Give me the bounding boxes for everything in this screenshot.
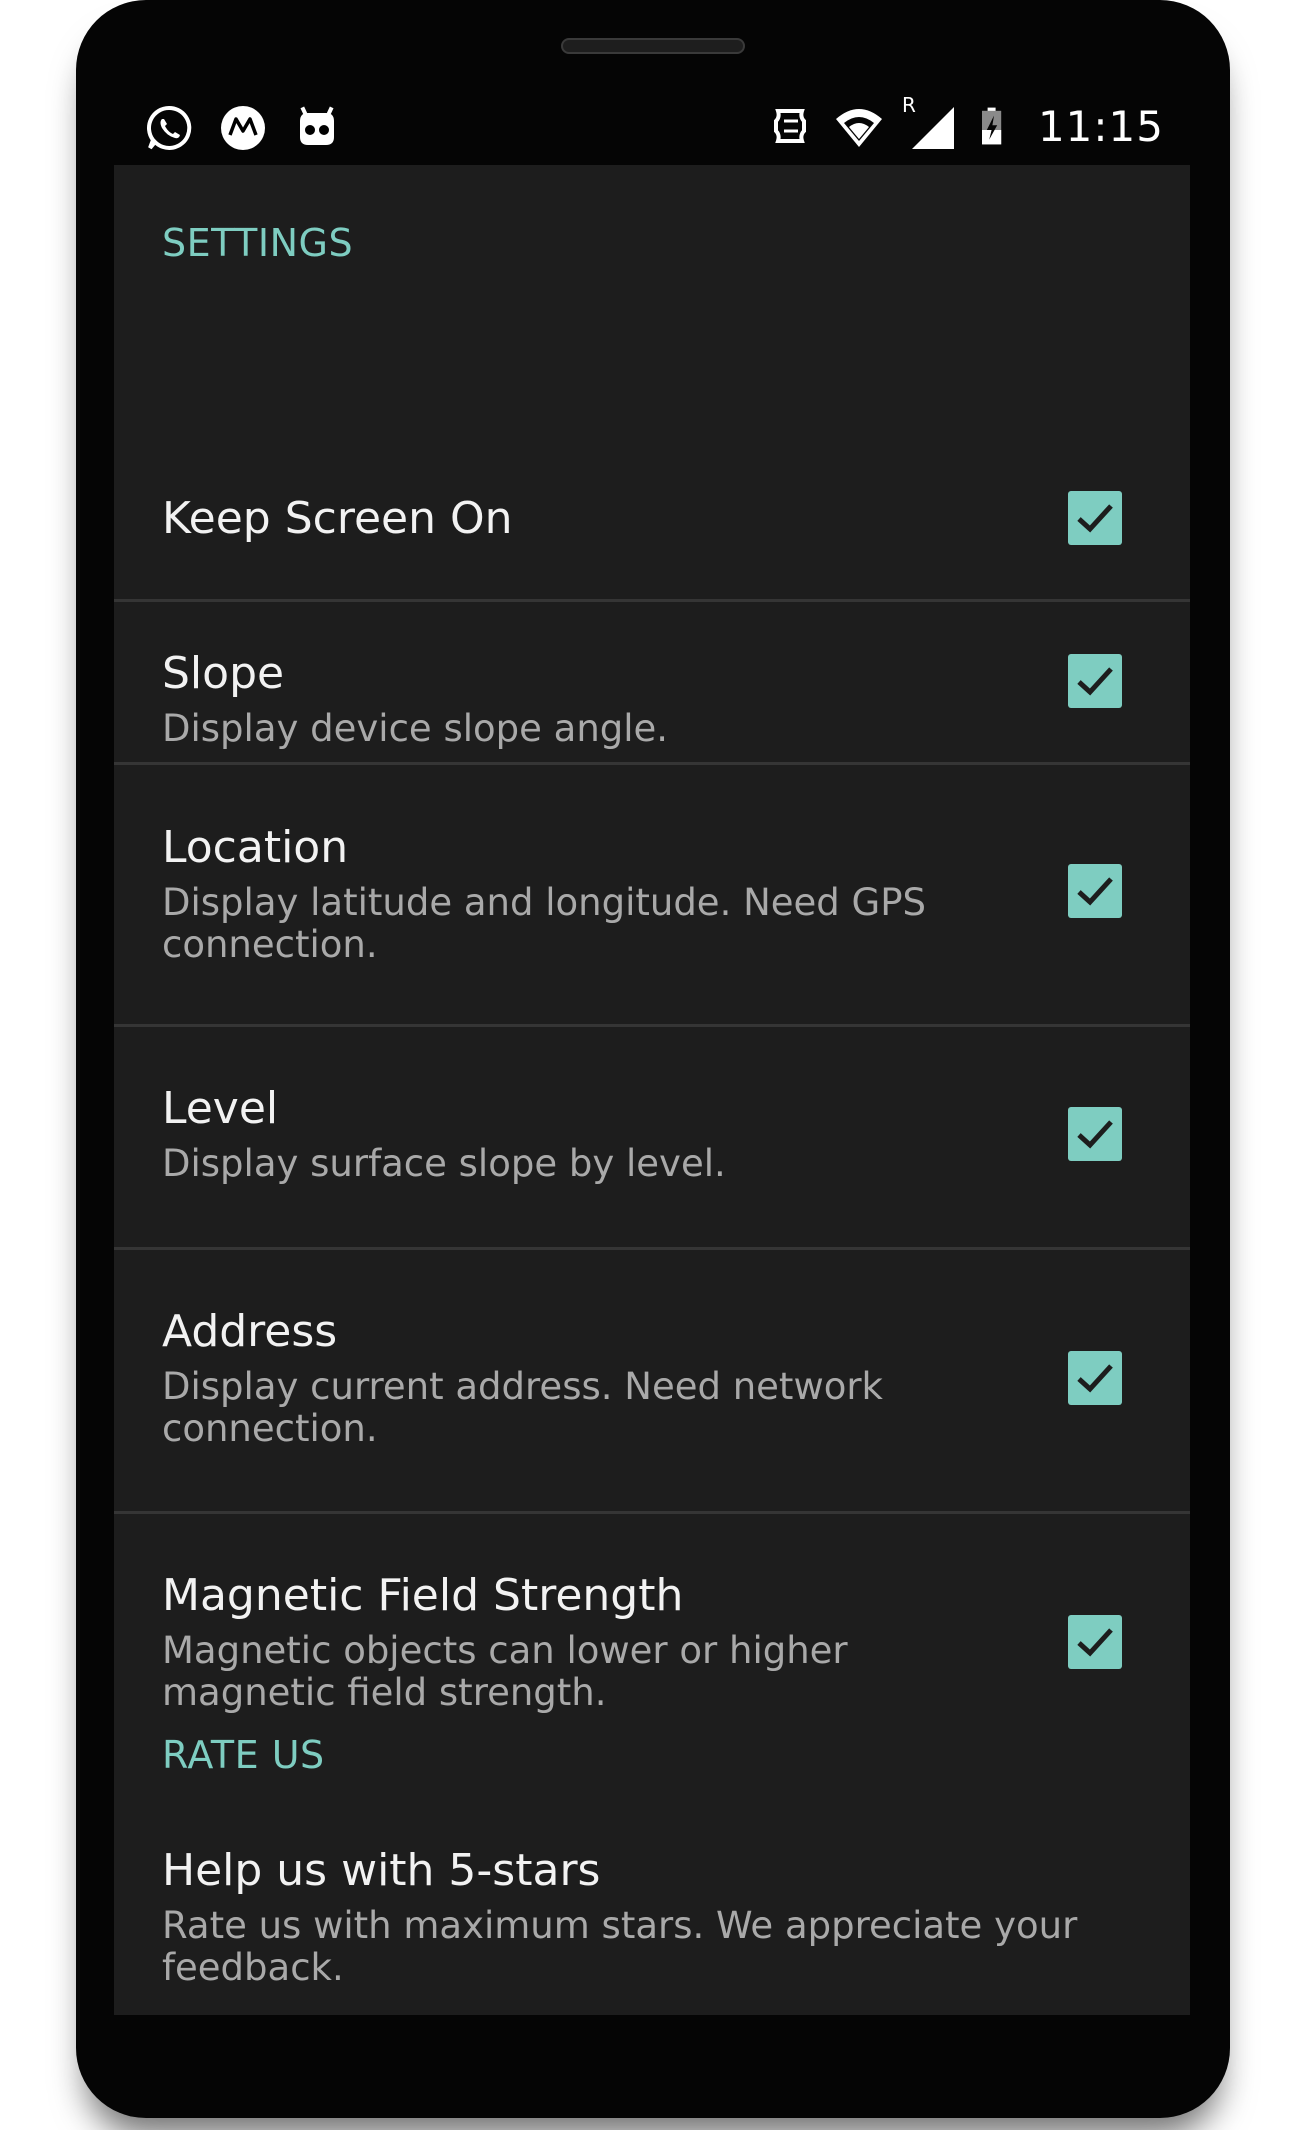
pref-title: Keep Screen On [162,493,513,544]
pref-rate-app[interactable]: Help us with 5-stars Rate us with maximu… [114,1805,1190,2015]
clock: 11:15 [1037,101,1164,151]
system-status-icons: R 11:15 [766,93,1164,151]
address-checkbox[interactable] [1068,1351,1122,1405]
pref-address[interactable]: Address Display current address. Need ne… [114,1250,1190,1514]
checkmark-icon [1077,877,1113,906]
pref-title: Magnetic Field Strength [162,1570,684,1621]
pref-title: Level [162,1083,279,1134]
pref-location[interactable]: Location Display latitude and longitude.… [114,765,1190,1027]
settings-screen: SETTINGS Keep Screen On Slope Display de… [114,165,1190,2015]
pref-title: Slope [162,648,285,699]
cyanogenmod-icon [300,106,334,145]
wifi-icon [835,109,882,147]
settings-section-header: SETTINGS [162,221,354,265]
checkmark-icon [1077,1120,1113,1149]
pref-summary: Display device slope angle. [162,707,669,750]
notification-icons [144,103,342,153]
status-bar: R 11:15 [114,93,1190,165]
pref-summary: Magnetic objects can lower or higher mag… [162,1629,848,1714]
cell-signal-icon [911,107,954,149]
motorola-icon [221,106,265,150]
checkmark-icon [1077,1628,1113,1657]
pref-title: Location [162,822,349,873]
earpiece-speaker [561,38,745,54]
pref-title: Address [162,1306,338,1357]
phone-frame: R 11:15 SETTINGS Keep Screen On Slope Di… [76,0,1230,2118]
checkmark-icon [1077,667,1113,696]
pref-summary: Display current address. Need network co… [162,1365,883,1450]
rate-us-section-header: RATE US [162,1733,325,1777]
pref-slope[interactable]: Slope Display device slope angle. [114,602,1190,765]
pref-summary: Display latitude and longitude. Need GPS… [162,881,927,966]
pref-summary: Rate us with maximum stars. We appreciat… [162,1904,1078,1989]
cell-signal-group: R [902,93,956,151]
level-checkbox[interactable] [1068,1107,1122,1161]
battery-icon [981,107,1002,145]
pref-summary: Display surface slope by level. [162,1142,726,1185]
pref-title: Help us with 5-stars [162,1845,601,1896]
magnetic-field-checkbox[interactable] [1068,1615,1122,1669]
slope-checkbox[interactable] [1068,654,1122,708]
sync-icon [773,109,806,143]
pref-level[interactable]: Level Display surface slope by level. [114,1027,1190,1250]
whatsapp-icon [147,105,192,150]
keep-screen-on-checkbox[interactable] [1068,491,1122,545]
checkmark-icon [1077,1364,1113,1393]
location-checkbox[interactable] [1068,864,1122,918]
checkmark-icon [1077,504,1113,533]
pref-keep-screen-on[interactable]: Keep Screen On [114,280,1190,602]
